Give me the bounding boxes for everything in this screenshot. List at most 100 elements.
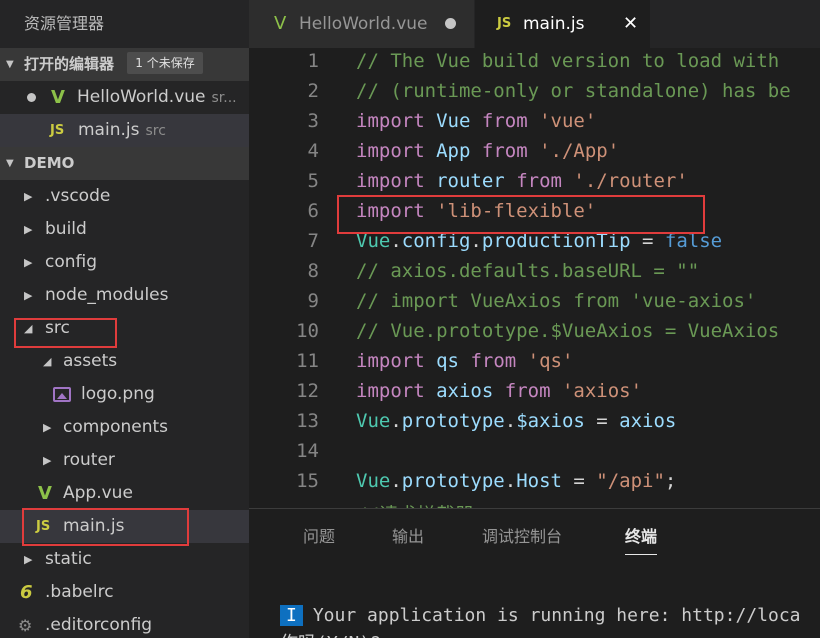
tree-item-config[interactable]: ▶ config <box>0 246 249 279</box>
terminal-prompt-line: 作吗(Y/N)? <box>280 629 381 638</box>
code-line[interactable]: import axios from 'axios' <box>356 380 642 402</box>
code-line[interactable]: // The Vue build version to load with <box>356 50 779 72</box>
tree-item-label: .vscode <box>45 186 111 206</box>
code-line[interactable]: import App from './App' <box>356 140 619 162</box>
chevron-down-icon: ◢ <box>43 355 52 368</box>
highlight-box-line-6 <box>337 195 705 234</box>
line-number: 3 <box>307 110 319 132</box>
tab-helloworld-vue[interactable]: V HelloWorld.vue <box>249 0 474 48</box>
code-line[interactable]: import qs from 'qs' <box>356 350 573 372</box>
code-token: from <box>481 140 528 162</box>
code-token: Vue <box>356 470 391 492</box>
open-editors-header[interactable]: ▼ 打开的编辑器 1 个未保存 <box>0 48 249 81</box>
code-token: Vue <box>436 110 471 132</box>
code-token: axios <box>619 410 677 432</box>
tree-item-label: assets <box>63 351 118 371</box>
code-line[interactable]: // Vue.prototype.$VueAxios = VueAxios <box>356 320 779 342</box>
project-header[interactable]: ▼ DEMO <box>0 147 249 180</box>
open-editor-mainjs[interactable]: JS main.js src <box>0 114 249 147</box>
tree-item-build[interactable]: ▶ build <box>0 213 249 246</box>
code-token: 'axios' <box>561 380 643 402</box>
code-line[interactable]: Vue.prototype.$axios = axios <box>356 410 676 432</box>
code-token: from <box>481 110 528 132</box>
tree-item-node-modules[interactable]: ▶ node_modules <box>0 279 249 312</box>
code-token: = <box>561 470 597 492</box>
code-token: import <box>356 170 425 192</box>
chevron-down-icon: ▼ <box>6 158 14 169</box>
tree-item-static[interactable]: ▶ static <box>0 543 249 576</box>
line-number: 7 <box>307 230 319 252</box>
code-token: "/api" <box>596 470 665 492</box>
open-editor-path: sr... <box>211 90 237 106</box>
tree-item-logo[interactable]: logo.png <box>0 378 249 411</box>
code-line[interactable]: import Vue from 'vue' <box>356 110 596 132</box>
tree-item-label: build <box>45 219 87 239</box>
unsaved-dot-icon[interactable] <box>445 18 456 29</box>
editor-tab-bar: V HelloWorld.vue JS main.js ✕ <box>249 0 820 48</box>
code-token: 'vue' <box>539 110 597 132</box>
code-line[interactable]: Vue.prototype.Host = "/api"; <box>356 470 676 492</box>
unsaved-dot-icon[interactable] <box>27 93 36 102</box>
panel-tab-debug-console[interactable]: 调试控制台 <box>482 523 562 547</box>
tree-item-babelrc[interactable]: 6 .babelrc <box>0 576 249 609</box>
open-editor-name: HelloWorld.vue <box>77 87 206 107</box>
code-token: 'qs' <box>527 350 574 372</box>
code-token: // Vue.prototype.$VueAxios = VueAxios <box>356 320 780 342</box>
tab-main-js[interactable]: JS main.js ✕ <box>475 0 650 48</box>
code-token: $axios <box>516 410 585 432</box>
line-number: 14 <box>296 440 319 462</box>
tree-item-vscode[interactable]: ▶ .vscode <box>0 180 249 213</box>
tree-item-assets[interactable]: ◢ assets <box>0 345 249 378</box>
highlight-box-src <box>14 318 117 348</box>
tree-item-label: components <box>63 417 169 437</box>
tree-item-app-vue[interactable]: V App.vue <box>0 477 249 510</box>
panel-tab-problems[interactable]: 问题 <box>303 523 335 547</box>
tree-item-router[interactable]: ▶ router <box>0 444 249 477</box>
chevron-right-icon: ▶ <box>43 421 52 434</box>
tree-item-label: App.vue <box>63 483 133 503</box>
code-line[interactable]: import router from './router' <box>356 170 688 192</box>
tree-item-label: config <box>45 252 98 272</box>
tab-label: main.js <box>523 14 585 34</box>
js-file-icon: JS <box>497 16 512 31</box>
panel-tab-terminal[interactable]: 终端 <box>625 523 658 555</box>
open-editor-helloworld[interactable]: V HelloWorld.vue sr... <box>0 81 249 114</box>
code-token: . <box>504 410 517 432</box>
code-line[interactable]: // (runtime-only or standalone) has be <box>356 80 791 102</box>
terminal-info-badge: I <box>280 605 303 626</box>
tree-item-components[interactable]: ▶ components <box>0 411 249 444</box>
code-line[interactable]: //请求拦截器 <box>356 500 474 508</box>
tree-item-label: logo.png <box>81 384 155 404</box>
vue-file-icon: V <box>274 13 287 34</box>
chevron-right-icon: ▶ <box>24 553 33 566</box>
code-token: // The Vue build version to load with <box>356 50 780 72</box>
gear-icon: ⚙ <box>18 616 33 635</box>
panel-tab-output[interactable]: 输出 <box>392 523 424 547</box>
tree-item-label: static <box>45 549 92 569</box>
code-token: './App' <box>539 140 620 162</box>
code-editor[interactable]: 1 // The Vue build version to load with 2 /… <box>249 48 820 508</box>
code-token: axios <box>436 380 494 402</box>
chevron-right-icon: ▶ <box>43 454 52 467</box>
code-token: './router' <box>573 170 688 192</box>
tree-item-editorconfig[interactable]: ⚙ .editorconfig <box>0 609 249 638</box>
tab-label: HelloWorld.vue <box>299 14 428 34</box>
line-number: 4 <box>307 140 319 162</box>
code-line[interactable]: // import VueAxios from 'vue-axios' <box>356 290 756 312</box>
close-icon[interactable]: ✕ <box>623 0 638 48</box>
line-number: 9 <box>307 290 319 312</box>
code-token: // import VueAxios from 'vue-axios' <box>356 290 757 312</box>
code-line[interactable]: // axios.defaults.baseURL = "" <box>356 260 699 282</box>
code-token: . <box>504 470 517 492</box>
